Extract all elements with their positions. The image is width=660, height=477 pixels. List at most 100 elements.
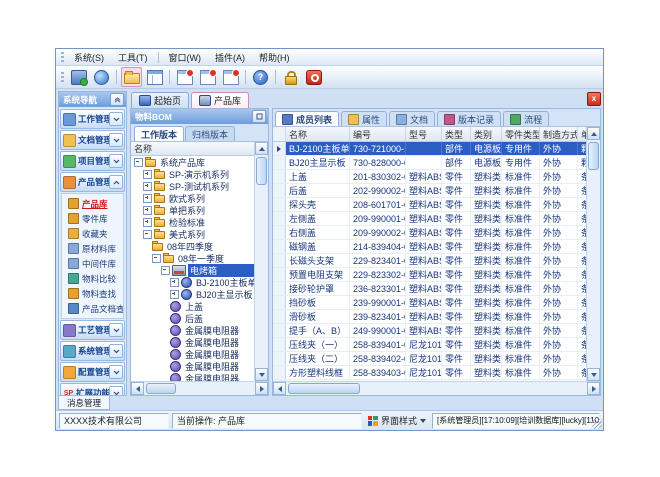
sidebar-section-system[interactable]: 系统管理 [60, 341, 125, 361]
expand-icon[interactable] [143, 182, 152, 191]
sidebar-item-middleware-lib[interactable]: 中间件库 [62, 256, 123, 271]
table-row[interactable]: 挡砂板239-990001-01E塑料ABS零件塑料类标准件外协条 [273, 296, 586, 310]
scroll-right-button[interactable] [587, 382, 600, 395]
scroll-left-button[interactable] [131, 382, 144, 395]
scroll-right-button[interactable] [255, 382, 268, 395]
lock-button[interactable] [280, 67, 301, 87]
expand-icon[interactable] [143, 194, 152, 203]
table-row[interactable]: 左侧盖209-990001-01E塑料ABS零件塑料类标准件外协条 [273, 212, 586, 226]
table-row[interactable]: 提手（A、B）249-990001-01E塑料ABS零件塑料类标准件外协条 [273, 324, 586, 338]
doc-tab[interactable]: 起始页 [131, 92, 189, 108]
tree-node[interactable]: 金属膜电阻器 [131, 324, 254, 336]
column-header-8[interactable]: 单位 [578, 127, 586, 141]
tree-node[interactable]: 金属膜电阻器 [131, 336, 254, 348]
sidebar-item-parts-lib[interactable]: 零件库 [62, 211, 123, 226]
scroll-up-button[interactable] [255, 142, 268, 155]
tree-node[interactable]: 欧式系列 [131, 192, 254, 204]
sidebar-section-extend[interactable]: SP扩展功能 [60, 383, 125, 395]
sidebar-item-search[interactable]: 物料查找 [62, 286, 123, 301]
member-tab-3[interactable]: 文档 [389, 111, 435, 126]
tree-node[interactable]: SP-测试机系列 [131, 180, 254, 192]
section-chevron-button[interactable] [109, 365, 123, 379]
table-row[interactable]: 压线夹（二）258-839402-00E尼龙1010零件塑料类标准件外协条 [273, 352, 586, 366]
menu-item-1[interactable]: 工具(T) [111, 50, 155, 65]
column-header-6[interactable]: 零件类型 [502, 127, 540, 141]
scroll-down-button[interactable] [255, 368, 268, 381]
menu-item-2[interactable]: 窗口(W) [162, 50, 209, 65]
resize-grip[interactable] [592, 419, 602, 429]
sidebar-item-material-lib[interactable]: 原材料库 [62, 241, 123, 256]
table-row[interactable]: 方形塑料线框258-839403-00E尼龙1010零件塑料类标准件外协条 [273, 366, 586, 380]
menu-item-4[interactable]: 帮助(H) [252, 50, 297, 65]
table-row[interactable]: 右侧盖209-990002-01E塑料ABS零件塑料类标准件外协条 [273, 226, 586, 240]
table-row[interactable]: 滑砂板239-823401-00E塑料ABS零件塑料类标准件外协条 [273, 310, 586, 324]
collapse-icon[interactable] [143, 230, 152, 239]
scroll-down-button[interactable] [587, 368, 600, 381]
column-header-3[interactable]: 型号 [406, 127, 442, 141]
column-header-1[interactable]: 名称 [286, 127, 350, 141]
expand-icon[interactable] [170, 278, 179, 287]
menu-item-0[interactable]: 系统(S) [67, 50, 111, 65]
scroll-left-button[interactable] [273, 382, 286, 395]
member-tab-1[interactable]: 成员列表 [275, 111, 339, 126]
menu-item-3[interactable]: 插件(A) [208, 50, 252, 65]
sidebar-item-product-lib[interactable]: 产品库 [62, 196, 123, 211]
collapse-icon[interactable] [152, 254, 161, 263]
tree-node[interactable]: 美式系列 [131, 228, 254, 240]
message-manager-tab[interactable]: 消息管理 [58, 396, 110, 410]
sidebar-section-docs[interactable]: 文档管理 [60, 130, 125, 150]
toolbar-grip[interactable] [61, 72, 64, 83]
sidebar-section-work[interactable]: 工作管理 [60, 109, 125, 129]
menu-grip[interactable] [61, 52, 64, 63]
expand-icon[interactable] [170, 290, 179, 299]
column-header-2[interactable]: 编号 [350, 127, 406, 141]
section-chevron-button[interactable] [109, 112, 123, 126]
sidebar-section-project[interactable]: 项目管理 [60, 151, 125, 171]
table-row[interactable]: 接砂轮护罩236-823301-00E塑料ABS零件塑料类标准件外协条 [273, 282, 586, 296]
sidebar-item-favorites[interactable]: 收藏夹 [62, 226, 123, 241]
member-tab-2[interactable]: 属性 [341, 111, 387, 126]
column-header-7[interactable]: 制造方式 [540, 127, 578, 141]
scroll-thumb[interactable] [146, 383, 176, 394]
table-horizontal-scrollbar[interactable] [273, 381, 600, 395]
member-tab-4[interactable]: 版本记录 [437, 111, 501, 126]
globe-button[interactable] [91, 67, 112, 87]
layout-button[interactable] [144, 67, 165, 87]
scroll-thumb[interactable] [256, 157, 267, 185]
tree-node[interactable]: 金属膜电阻器 [131, 372, 254, 381]
table-row[interactable]: 长磁头支架229-823401-00E塑料ABS零件塑料类标准件外协条 [273, 254, 586, 268]
monitor-button[interactable] [68, 67, 89, 87]
close-tab-button[interactable]: x [587, 92, 601, 106]
tree-column-header[interactable]: 名称 [131, 142, 254, 156]
sidebar-section-craft[interactable]: 工艺管理 [60, 320, 125, 340]
tree-node[interactable]: 检验标准 [131, 216, 254, 228]
scroll-up-button[interactable] [587, 127, 600, 140]
scroll-thumb[interactable] [588, 142, 599, 170]
sidebar-item-doc-search[interactable]: 产品文档查找 [62, 301, 123, 316]
ui-style-button[interactable]: 界面样式 [365, 414, 429, 428]
section-chevron-button[interactable] [109, 386, 123, 395]
scroll-thumb[interactable] [288, 383, 360, 394]
tree-node[interactable]: 后盖 [131, 312, 254, 324]
collapse-icon[interactable] [134, 158, 143, 167]
tree-node[interactable]: 金属膜电阻器 [131, 348, 254, 360]
section-chevron-button[interactable] [109, 344, 123, 358]
sidebar-collapse-button[interactable] [110, 93, 124, 106]
table-row[interactable]: 上盖201-830302-00E塑料ABS零件塑料类标准件外协条 [273, 170, 586, 184]
table-row[interactable]: 后盖202-990002-01E塑料ABS零件塑料类标准件外协条 [273, 184, 586, 198]
column-header-4[interactable]: 类型 [442, 127, 471, 141]
table-row[interactable]: 磁钢盖214-839404-01E塑料ABS零件塑料类标准件外协条 [273, 240, 586, 254]
help-button[interactable] [250, 67, 271, 87]
section-chevron-button[interactable] [109, 133, 123, 147]
open-folder-button[interactable] [121, 67, 142, 87]
table-row[interactable]: BJ-2100主板单点730-721000-12E部件电源板专用件外协颗 [273, 142, 586, 156]
tree-horizontal-scrollbar[interactable] [131, 381, 268, 395]
tree-node[interactable]: 系统产品库 [131, 156, 254, 168]
collapse-icon[interactable] [161, 266, 170, 275]
tree-node[interactable]: 08年一季度 [131, 252, 254, 264]
tree-node[interactable]: BJ-2100主板单点 [131, 276, 254, 288]
exit-button[interactable] [303, 67, 324, 87]
section-chevron-button[interactable] [109, 323, 123, 337]
bom-pin-button[interactable] [252, 110, 266, 123]
tree-node[interactable]: 电烤箱 [131, 264, 254, 276]
